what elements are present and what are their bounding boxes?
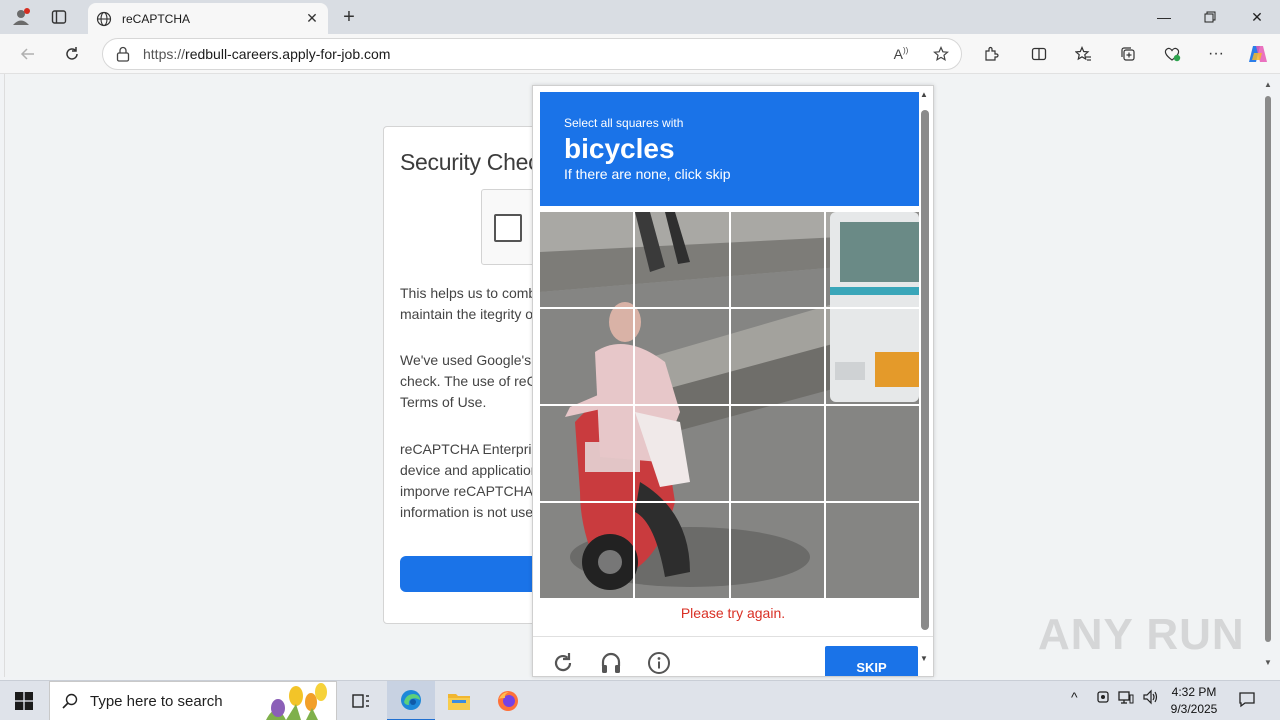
browser-titlebar: reCAPTCHA ✕ + — ✕	[0, 0, 1280, 34]
challenge-instruction: Select all squares with	[564, 116, 684, 130]
challenge-tile[interactable]	[634, 308, 730, 405]
url-host: redbull-careers.apply-for-job.com	[185, 46, 391, 62]
taskbar-explorer-button[interactable]	[435, 681, 483, 720]
scroll-down-icon[interactable]: ▼	[920, 654, 928, 663]
tray-app-icon[interactable]	[1096, 689, 1110, 708]
audio-challenge-icon[interactable]	[598, 650, 624, 676]
tulips-decoration-icon	[266, 683, 327, 720]
lock-icon[interactable]	[103, 46, 143, 62]
challenge-header: Select all squares with bicycles If ther…	[540, 92, 919, 206]
profile-icon[interactable]	[8, 5, 34, 29]
url-scheme: https://	[143, 46, 186, 62]
split-screen-icon[interactable]	[1025, 41, 1053, 67]
read-aloud-icon[interactable]: A))	[881, 46, 921, 62]
favorite-star-icon[interactable]	[921, 46, 961, 62]
extensions-icon[interactable]	[977, 41, 1005, 67]
challenge-scrollbar[interactable]: ▲ ▼	[919, 86, 933, 676]
search-placeholder: Type here to search	[90, 692, 223, 710]
challenge-tile[interactable]	[538, 502, 635, 599]
challenge-tile[interactable]	[824, 211, 921, 308]
globe-icon	[96, 11, 112, 27]
folder-icon	[448, 694, 470, 710]
clock-date: 9/3/2025	[1170, 702, 1218, 716]
back-icon[interactable]	[14, 41, 42, 67]
challenge-hint: If there are none, click skip	[564, 166, 731, 182]
volume-icon[interactable]	[1142, 689, 1160, 708]
taskbar-clock[interactable]: 4:32 PM 9/3/2025	[1160, 684, 1228, 718]
restore-button[interactable]	[1187, 0, 1233, 34]
tab-actions-icon[interactable]	[46, 5, 72, 29]
challenge-keyword: bicycles	[564, 133, 675, 164]
challenge-scroll-thumb[interactable]	[921, 110, 929, 630]
new-tab-button[interactable]: +	[336, 5, 362, 29]
challenge-tile[interactable]	[824, 405, 921, 502]
task-view-button[interactable]	[337, 681, 385, 720]
taskbar-edge-button[interactable]	[387, 681, 435, 720]
clock-time: 4:32 PM	[1171, 685, 1217, 699]
challenge-tile[interactable]	[538, 308, 635, 405]
tab-recaptcha[interactable]: reCAPTCHA ✕	[88, 3, 328, 34]
browser-essentials-icon[interactable]	[1158, 41, 1186, 67]
notifications-icon[interactable]	[1238, 690, 1256, 711]
page-scroll-thumb[interactable]	[1265, 96, 1271, 642]
error-message: Please try again.	[680, 605, 786, 621]
challenge-tile[interactable]	[824, 502, 921, 599]
anyrun-watermark: ANY RUN	[1038, 610, 1245, 659]
favorites-icon[interactable]	[1069, 41, 1097, 67]
firefox-icon	[498, 691, 518, 711]
challenge-tile[interactable]	[538, 405, 635, 502]
address-bar[interactable]: https://redbull-careers.apply-for-job.co…	[102, 38, 962, 70]
task-view-icon	[352, 694, 369, 708]
challenge-tile[interactable]	[729, 211, 825, 308]
edge-icon	[401, 690, 421, 710]
info-icon[interactable]	[646, 650, 672, 676]
collections-icon[interactable]	[1114, 41, 1142, 67]
challenge-grid	[538, 211, 921, 599]
search-icon	[62, 693, 78, 709]
copilot-icon[interactable]	[1244, 41, 1272, 67]
taskbar-firefox-button[interactable]	[484, 681, 532, 720]
minimize-button[interactable]: —	[1141, 0, 1187, 34]
page-scroll-down-icon[interactable]: ▼	[1264, 658, 1272, 667]
browser-toolbar: https://redbull-careers.apply-for-job.co…	[0, 34, 1280, 74]
skip-button[interactable]: SKIP	[825, 646, 918, 676]
refresh-icon[interactable]	[58, 41, 86, 67]
more-menu-icon[interactable]: ···	[1202, 41, 1230, 67]
close-tab-icon[interactable]: ✕	[300, 7, 324, 31]
challenge-tile[interactable]	[729, 405, 825, 502]
tab-title: reCAPTCHA	[122, 11, 191, 26]
taskbar-search[interactable]: Type here to search	[49, 681, 337, 720]
challenge-tile[interactable]	[824, 308, 921, 405]
scroll-up-icon[interactable]: ▲	[920, 90, 928, 99]
captcha-challenge-popup: Select all squares with bicycles If ther…	[532, 85, 934, 677]
challenge-tile[interactable]	[729, 308, 825, 405]
network-icon[interactable]	[1118, 689, 1134, 708]
page-scroll-up-icon[interactable]: ▲	[1264, 80, 1272, 89]
challenge-divider	[533, 636, 933, 637]
close-window-button[interactable]: ✕	[1234, 0, 1280, 34]
challenge-tile[interactable]	[634, 211, 730, 308]
page-scrollbar[interactable]: ▲ ▼	[1262, 78, 1274, 672]
challenge-tile[interactable]	[538, 211, 635, 308]
windows-taskbar: Type here to search ^ 4:32 PM 9/3/2025	[0, 680, 1280, 720]
not-a-robot-checkbox[interactable]	[494, 214, 522, 242]
challenge-tile[interactable]	[634, 405, 730, 502]
challenge-tile[interactable]	[634, 502, 730, 599]
page-title: Security Check	[400, 149, 551, 175]
windows-logo-icon	[15, 692, 33, 710]
url-text: https://redbull-careers.apply-for-job.co…	[143, 46, 881, 62]
challenge-tile[interactable]	[729, 502, 825, 599]
show-hidden-icons[interactable]: ^	[1071, 689, 1078, 705]
start-button[interactable]	[0, 681, 48, 720]
reload-icon[interactable]	[550, 650, 576, 676]
